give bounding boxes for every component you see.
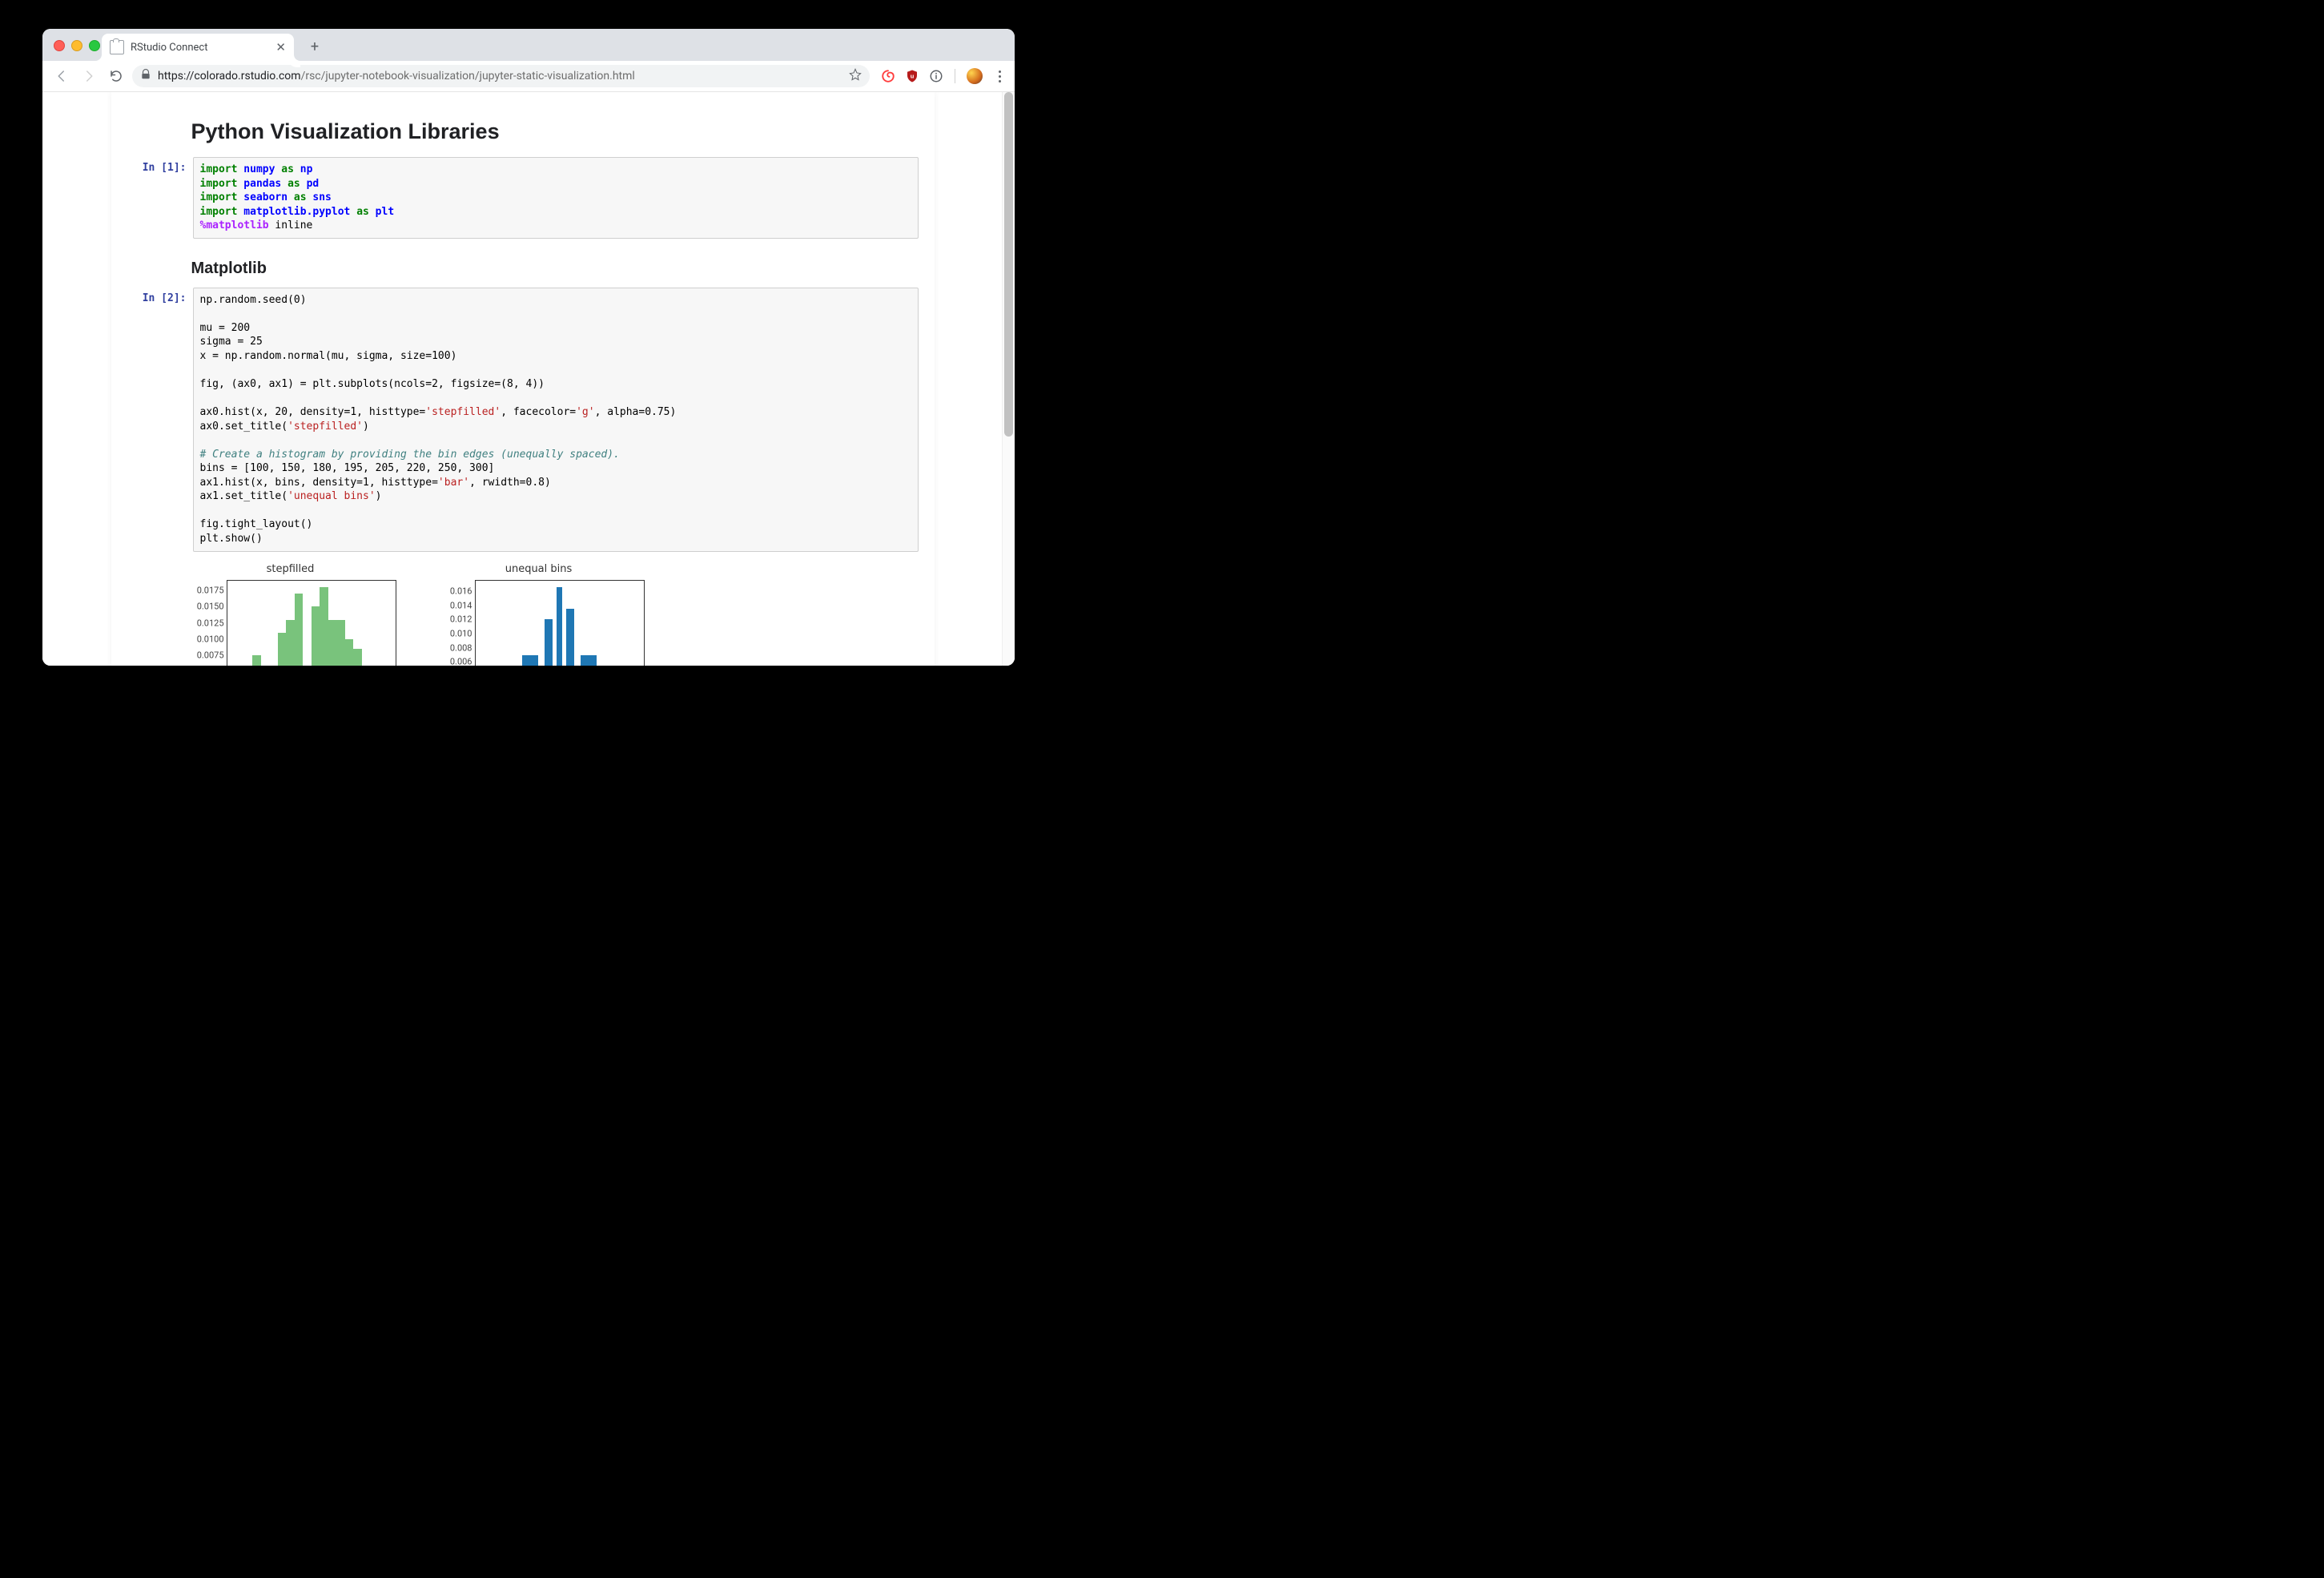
close-window-button[interactable] xyxy=(54,40,65,51)
browser-tab[interactable]: RStudio Connect ✕ xyxy=(102,34,294,61)
reload-icon xyxy=(109,69,123,83)
section-heading-matplotlib: Matplotlib xyxy=(191,260,919,278)
extension-swirl-icon[interactable] xyxy=(881,69,895,83)
profile-avatar-button[interactable] xyxy=(967,68,983,84)
ublock-shield-icon[interactable]: u xyxy=(905,69,919,83)
svg-text:u: u xyxy=(911,72,915,79)
chart-title: unequal bins xyxy=(435,563,643,575)
file-icon xyxy=(110,40,124,54)
plus-icon: + xyxy=(311,38,319,55)
maximize-window-button[interactable] xyxy=(89,40,100,51)
url-path: /rsc/jupyter-notebook-visualization/jupy… xyxy=(301,70,635,83)
forward-button[interactable] xyxy=(78,65,100,87)
minimize-window-button[interactable] xyxy=(71,40,82,51)
code-cell-1: In [1]: import numpy as np import pandas… xyxy=(127,157,919,239)
cell-prompt: In [2]: xyxy=(127,288,193,552)
page-viewport: Python Visualization Libraries In [1]: i… xyxy=(42,92,1015,666)
browser-toolbar: https://colorado.rstudio.com/rsc/jupyter… xyxy=(42,61,1015,92)
notebook-container: Python Visualization Libraries In [1]: i… xyxy=(111,92,935,666)
arrow-left-icon xyxy=(54,69,69,83)
cell-prompt: In [1]: xyxy=(127,157,193,239)
lock-icon xyxy=(140,69,151,83)
kebab-menu-icon xyxy=(999,70,1001,83)
new-tab-button[interactable]: + xyxy=(304,35,326,58)
bookmark-star-button[interactable] xyxy=(849,68,862,84)
chart-stepfilled: stepfilled 0.00750.01000.01250.01500.017… xyxy=(187,563,395,666)
y-axis-ticks: 0.00750.01000.01250.01500.0175 xyxy=(187,581,224,666)
chart-unequal-bins: unequal bins 0.0060.0080.0100.0120.0140.… xyxy=(435,563,643,666)
url-host: https://colorado.rstudio.com xyxy=(158,70,301,83)
toolbar-right-icons: u xyxy=(881,68,1007,84)
tab-title: RStudio Connect xyxy=(131,42,207,54)
site-info-icon[interactable] xyxy=(929,69,943,83)
chart-bars xyxy=(476,581,644,666)
code-input[interactable]: np.random.seed(0) mu = 200 sigma = 25 x … xyxy=(193,288,919,552)
chart-frame: 0.00750.01000.01250.01500.0175 xyxy=(227,580,396,666)
url-text: https://colorado.rstudio.com/rsc/jupyter… xyxy=(158,70,635,83)
chart-bars xyxy=(227,581,396,666)
address-bar[interactable]: https://colorado.rstudio.com/rsc/jupyter… xyxy=(132,65,870,87)
window-controls xyxy=(54,40,100,51)
back-button[interactable] xyxy=(50,65,73,87)
chart-title: stepfilled xyxy=(187,563,395,575)
close-tab-button[interactable]: ✕ xyxy=(275,42,286,54)
y-axis-ticks: 0.0060.0080.0100.0120.0140.016 xyxy=(436,581,472,666)
browser-menu-button[interactable] xyxy=(992,69,1007,83)
arrow-right-icon xyxy=(82,69,96,83)
page-content: Python Visualization Libraries In [1]: i… xyxy=(42,92,1003,666)
cell-output-plots: stepfilled 0.00750.01000.01250.01500.017… xyxy=(187,563,919,666)
chart-frame: 0.0060.0080.0100.0120.0140.016 xyxy=(475,580,645,666)
vertical-scrollbar[interactable] xyxy=(1002,92,1015,666)
code-cell-2: In [2]: np.random.seed(0) mu = 200 sigma… xyxy=(127,288,919,552)
scrollbar-thumb[interactable] xyxy=(1004,92,1013,437)
code-input[interactable]: import numpy as np import pandas as pd i… xyxy=(193,157,919,239)
page-title: Python Visualization Libraries xyxy=(191,119,919,144)
reload-button[interactable] xyxy=(105,65,127,87)
tab-strip: RStudio Connect ✕ + xyxy=(42,29,1015,61)
browser-window: RStudio Connect ✕ + https://colorado.rst xyxy=(42,29,1015,666)
star-icon xyxy=(849,68,862,81)
